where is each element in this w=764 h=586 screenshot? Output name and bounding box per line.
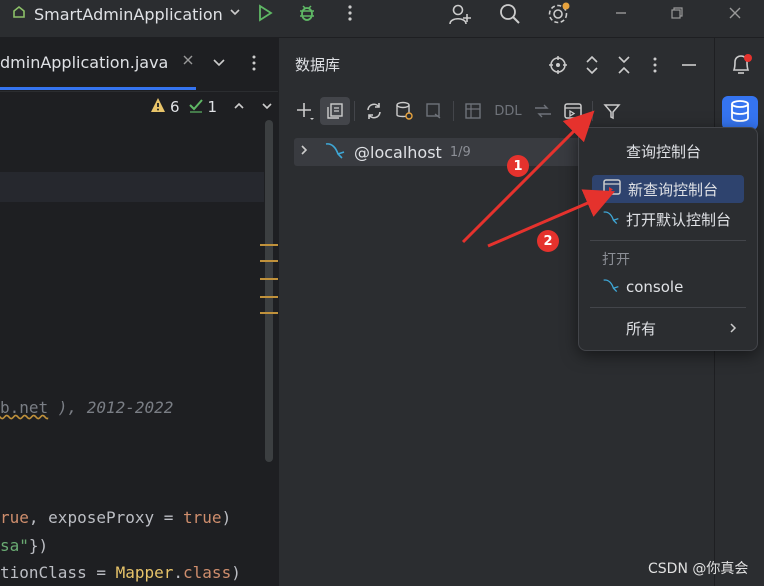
- annotation-badge-2: 2: [537, 230, 559, 252]
- annotation-arrow-1: [461, 110, 595, 244]
- watermark: CSDN @你真会: [648, 561, 749, 577]
- annotation-badge-1: 1: [507, 155, 529, 177]
- annotation-arrows: [461, 110, 616, 248]
